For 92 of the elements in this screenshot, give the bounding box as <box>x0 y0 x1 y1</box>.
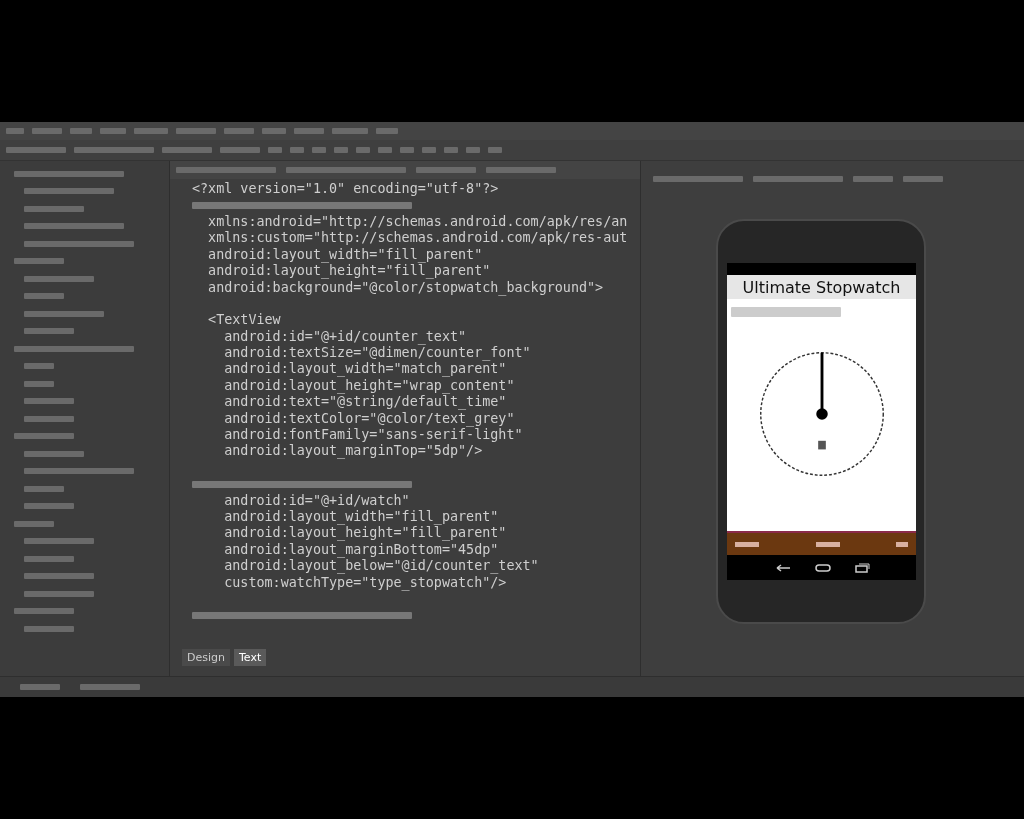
code-line: android:fontFamily="sans-serif-light" <box>223 427 523 444</box>
illegible-label <box>815 541 840 547</box>
code-line: android:id="@+id/counter_text" <box>223 328 467 345</box>
view-tab[interactable]: Design <box>182 648 230 666</box>
illegible-toolbar-item[interactable] <box>334 147 348 153</box>
illegible-tree-item[interactable] <box>24 293 64 300</box>
illegible-tree-item[interactable] <box>24 415 74 422</box>
illegible-tree-item[interactable] <box>24 450 84 457</box>
code-line: <?xml version="1.0" encoding="utf-8"?> <box>192 181 499 198</box>
illegible-menu-item[interactable] <box>332 128 368 134</box>
illegible-label <box>896 541 908 547</box>
code-line: android:textSize="@dimen/counter_font" <box>223 345 531 362</box>
code-line: android:background="@color/stopwatch_background"> <box>207 279 604 296</box>
illegible-status-item[interactable] <box>80 684 140 690</box>
illegible-tab[interactable] <box>416 167 476 173</box>
code-line: android:layout_height="fill_parent" <box>207 263 491 280</box>
illegible-tree-item[interactable] <box>24 468 134 475</box>
illegible-tree-item[interactable] <box>24 275 94 282</box>
illegible-tree-item[interactable] <box>24 240 134 247</box>
illegible-status-item[interactable] <box>20 684 60 690</box>
illegible-tab[interactable] <box>286 167 406 173</box>
illegible-tab[interactable] <box>486 167 556 173</box>
code-line: android:text="@string/default_time" <box>223 394 507 411</box>
illegible-tree-item[interactable] <box>24 538 94 545</box>
code-line: android:layout_marginTop="5dp"/> <box>223 443 483 460</box>
illegible-tree-item[interactable] <box>24 485 64 492</box>
code-line: android:layout_width="fill_parent" <box>207 246 483 263</box>
illegible-menu-item[interactable] <box>376 128 398 134</box>
code-line: android:layout_height="fill_parent" <box>223 525 507 542</box>
illegible-toolbar-item[interactable] <box>74 147 154 153</box>
illegible-toolbar-item[interactable] <box>268 147 282 153</box>
code-line: android:textColor="@color/text_grey" <box>223 410 515 427</box>
illegible-tree-item[interactable] <box>24 573 94 580</box>
illegible-toolbar-item[interactable] <box>444 147 458 153</box>
illegible-tree-item[interactable] <box>24 328 74 335</box>
illegible-toolbar-item[interactable] <box>653 176 743 182</box>
code-line: custom:watchType="type_stopwatch"/> <box>223 574 507 591</box>
illegible-tree-item[interactable] <box>14 433 74 440</box>
illegible-tree-item[interactable] <box>14 345 134 352</box>
illegible-tree-item[interactable] <box>24 205 84 212</box>
illegible-menu-item[interactable] <box>262 128 286 134</box>
code-line: android:layout_width="match_parent" <box>223 361 507 378</box>
illegible-tree-item[interactable] <box>14 520 54 527</box>
illegible-toolbar-item[interactable] <box>312 147 326 153</box>
code-line: android:layout_height="wrap_content" <box>223 377 515 394</box>
illegible-toolbar-item[interactable] <box>753 176 843 182</box>
illegible-toolbar-item[interactable] <box>162 147 212 153</box>
illegible-tree-item[interactable] <box>24 188 114 195</box>
illegible-toolbar-item[interactable] <box>356 147 370 153</box>
illegible-menu-item[interactable] <box>100 128 126 134</box>
illegible-toolbar-item[interactable] <box>220 147 260 153</box>
illegible-tree-item[interactable] <box>24 555 74 562</box>
illegible-tree-item[interactable] <box>24 223 124 230</box>
illegible-menu-item[interactable] <box>134 128 168 134</box>
recents-icon[interactable] <box>853 562 870 573</box>
illegible-toolbar-item[interactable] <box>488 147 502 153</box>
illegible-menu-item[interactable] <box>6 128 24 134</box>
code-line: android:layout_marginBottom="45dp" <box>223 541 499 558</box>
illegible-toolbar-item[interactable] <box>6 147 66 153</box>
illegible-tree-item[interactable] <box>24 310 104 317</box>
code-line: android:layout_below="@id/counter_text" <box>223 558 539 575</box>
illegible-toolbar-item[interactable] <box>853 176 893 182</box>
illegible-tree-item[interactable] <box>24 503 74 510</box>
code-line: xmlns:android="http://schemas.android.com/apk/res/an <box>207 213 628 230</box>
illegible-tree-item[interactable] <box>14 170 124 177</box>
illegible-toolbar-item[interactable] <box>378 147 392 153</box>
illegible-tree-item[interactable] <box>24 398 74 405</box>
illegible-menu-item[interactable] <box>32 128 62 134</box>
home-icon[interactable] <box>813 562 832 573</box>
illegible-toolbar-item[interactable] <box>466 147 480 153</box>
illegible-menu-item[interactable] <box>70 128 92 134</box>
illegible-tree-item[interactable] <box>24 363 54 370</box>
code-line: android:layout_width="fill_parent" <box>223 509 499 525</box>
illegible-menu-item[interactable] <box>224 128 254 134</box>
illegible-tree-item[interactable] <box>24 590 94 597</box>
app-title: Ultimate Stopwatch <box>727 275 916 299</box>
illegible-toolbar-item[interactable] <box>422 147 436 153</box>
illegible-menu-item[interactable] <box>294 128 324 134</box>
illegible-toolbar-item[interactable] <box>903 176 943 182</box>
illegible-tree-item[interactable] <box>14 608 74 615</box>
code-line: <TextView <box>207 312 281 329</box>
illegible-toolbar-item[interactable] <box>290 147 304 153</box>
illegible-tab[interactable] <box>176 167 276 173</box>
code-line: android:id="@+id/watch" <box>223 492 410 509</box>
illegible-tree-item[interactable] <box>24 625 74 632</box>
view-tab[interactable]: Text <box>234 648 267 666</box>
illegible-label <box>735 541 759 547</box>
illegible-menu-item[interactable] <box>176 128 216 134</box>
illegible-tree-item[interactable] <box>14 258 64 265</box>
code-line: xmlns:custom="http://schemas.android.com/apk/res-aut <box>207 230 628 247</box>
illegible-toolbar-item[interactable] <box>400 147 414 153</box>
illegible-tree-item[interactable] <box>24 380 54 387</box>
